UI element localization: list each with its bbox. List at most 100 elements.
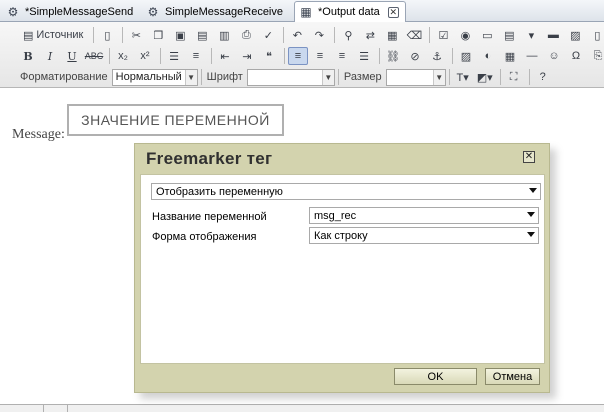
button-icon[interactable]: ▬ [543,26,563,44]
remove-format-icon[interactable]: ⌫ [404,26,424,44]
bold-icon[interactable]: B [18,47,38,65]
tab-simple-message-send[interactable]: ⚙ *SimpleMessageSend [2,1,139,22]
dialog-footer: OK Отмена [135,364,549,392]
paste-icon[interactable]: ▣ [170,26,190,44]
toolbar-separator [448,69,450,85]
source-label: Источник [36,29,84,41]
tag-type-select[interactable]: Отобразить переменную [151,183,541,200]
message-label: Message: [12,127,65,142]
variable-name-select[interactable]: msg_rec [309,207,539,224]
outdent-icon[interactable]: ⇤ [215,47,235,65]
image-button-icon[interactable]: ▨ [565,26,585,44]
superscript-icon[interactable]: x² [135,47,155,65]
status-segment [0,405,44,412]
align-right-icon[interactable]: ≡ [332,47,352,65]
cancel-button[interactable]: Отмена [485,368,540,385]
variable-name-label: Название переменной [152,211,267,223]
close-icon[interactable]: ✕ [387,6,399,18]
toolbar-separator [109,48,110,64]
toolbar-separator [337,69,339,85]
copy-icon[interactable]: ❐ [148,26,168,44]
align-left-icon[interactable]: ≡ [288,47,308,65]
document-icon[interactable]: ▯ [97,26,117,44]
variable-name-value: msg_rec [314,209,357,222]
size-label: Размер [343,71,382,83]
chevron-down-icon [529,188,537,193]
link-icon[interactable]: ⛓ [383,47,403,65]
tag-type-value: Отобразить переменную [156,185,283,198]
tab-simple-message-receive[interactable]: ⚙ SimpleMessageReceive [142,1,289,22]
special-char-icon[interactable]: Ω [566,47,586,65]
spellcheck-icon[interactable]: ✓ [258,26,278,44]
hr-icon[interactable]: ― [522,47,542,65]
radio-icon[interactable]: ◉ [455,26,475,44]
underline-icon[interactable]: U [62,47,82,65]
replace-icon[interactable]: ⇄ [360,26,380,44]
toolbar-separator [528,69,530,85]
source-button[interactable]: ▤ Источник [18,26,88,44]
paste-text-icon[interactable]: ▤ [192,26,212,44]
status-bar [0,404,604,412]
anchor-icon[interactable]: ⚓ [427,47,447,65]
hidden-field-icon[interactable]: ▯ [587,26,604,44]
tab-output-data[interactable]: ▦ *Output data ✕ [294,1,406,23]
size-combo[interactable]: ▼ [385,68,446,86]
gear-icon: ⚙ [147,4,159,19]
toolbar-separator [93,27,95,43]
cancel-label: Отмена [492,370,533,383]
print-icon[interactable]: ⎙ [236,26,256,44]
paste-word-icon[interactable]: ▥ [214,26,234,44]
align-center-icon[interactable]: ≡ [310,47,330,65]
display-form-label: Форма отображения [152,231,257,243]
tab-label: SimpleMessageReceive [165,5,283,18]
variable-placeholder-text: ЗНАЧЕНИЕ ПЕРЕМЕННОЙ [81,112,270,128]
html-file-icon: ▦ [300,5,312,19]
pagebreak-icon[interactable]: ⎘ [588,47,604,65]
gear-icon: ⚙ [7,4,19,19]
textarea-icon[interactable]: ▤ [499,26,519,44]
chevron-down-icon: ▼ [321,69,334,85]
toolbar-separator [160,48,161,64]
source-icon: ▤ [23,29,34,42]
maximize-icon[interactable]: ⛶ [504,68,524,86]
bullet-list-icon[interactable]: ≡ [186,47,206,65]
text-color-icon[interactable]: T▾ [453,68,473,86]
background-color-icon[interactable]: ◩▾ [475,68,495,86]
tab-label: *SimpleMessageSend [25,5,134,18]
smiley-icon[interactable]: ☺ [544,47,564,65]
toolbar-row-3: Форматирование Нормальный ▼ Шрифт ▼ Разм… [18,67,555,87]
toolbar-separator [379,48,380,64]
subscript-icon[interactable]: x₂ [113,47,133,65]
cut-icon[interactable]: ✂ [126,26,146,44]
toolbar-separator [334,27,336,43]
display-form-select[interactable]: Как строку [309,227,539,244]
ok-button[interactable]: OK [394,368,477,385]
toolbar-separator [200,69,202,85]
unlink-icon[interactable]: ⊘ [405,47,425,65]
table-icon[interactable]: ▦ [500,47,520,65]
blockquote-icon[interactable]: ❝ [259,47,279,65]
ordered-list-icon[interactable]: ☰ [164,47,184,65]
toolbar-separator [284,48,285,64]
close-icon[interactable]: ✕ [523,151,535,163]
help-icon[interactable]: ? [533,68,553,86]
find-icon[interactable]: ⚲ [338,26,358,44]
textfield-icon[interactable]: ▭ [477,26,497,44]
italic-icon[interactable]: I [40,47,60,65]
justify-icon[interactable]: ☰ [354,47,374,65]
select-icon[interactable]: ▾ [521,26,541,44]
tab-label: *Output data [318,6,380,18]
image-icon[interactable]: ▨ [456,47,476,65]
redo-icon[interactable]: ↷ [309,26,329,44]
variable-placeholder-box[interactable]: ЗНАЧЕНИЕ ПЕРЕМЕННОЙ [67,104,284,136]
undo-icon[interactable]: ↶ [287,26,307,44]
checkbox-icon[interactable]: ☑ [433,26,453,44]
toolbar-separator [452,48,453,64]
format-combo[interactable]: Нормальный ▼ [111,68,198,86]
flash-icon[interactable]: ◐ [478,47,498,65]
strike-icon[interactable]: ABC [84,47,104,65]
select-all-icon[interactable]: ▦ [382,26,402,44]
indent-icon[interactable]: ⇥ [237,47,257,65]
editor-tab-bar: ⚙ *SimpleMessageSend ⚙ SimpleMessageRece… [0,0,604,23]
font-combo[interactable]: ▼ [246,68,335,86]
